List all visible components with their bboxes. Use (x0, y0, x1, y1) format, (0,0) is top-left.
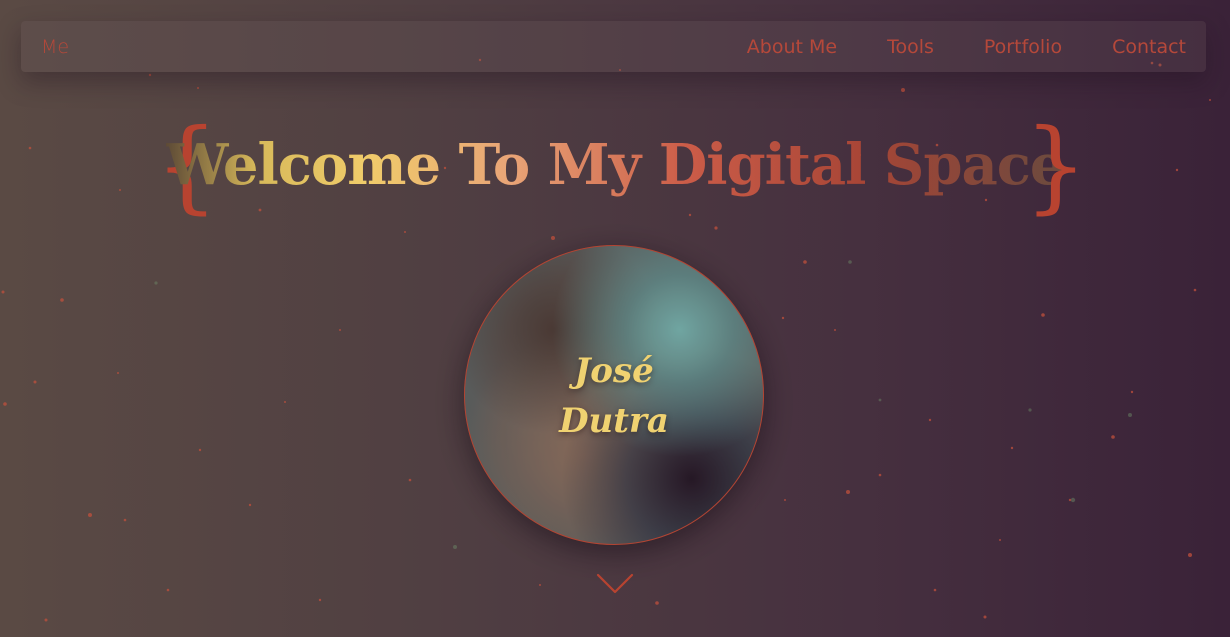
profile-last-name: Dutra (559, 401, 669, 441)
nav-tools[interactable]: Tools (887, 36, 934, 58)
page-title-text: Welcome To My Digital Space (165, 132, 1066, 198)
nav-links: About Me Tools Portfolio Contact (747, 36, 1186, 58)
hero-heading: { Welcome To My Digital Space } (0, 116, 1230, 220)
brand-link[interactable]: Me (41, 36, 69, 58)
profile-first-name: José (574, 351, 654, 391)
profile-name: José Dutra (465, 346, 763, 446)
nav-about-me[interactable]: About Me (747, 36, 837, 58)
nav-portfolio[interactable]: Portfolio (984, 36, 1062, 58)
right-brace: } (1024, 107, 1088, 224)
navbar: Me About Me Tools Portfolio Contact (21, 21, 1206, 72)
profile-avatar: José Dutra (464, 245, 764, 545)
nav-contact[interactable]: Contact (1112, 36, 1186, 58)
chevron-down-icon[interactable] (596, 572, 634, 596)
